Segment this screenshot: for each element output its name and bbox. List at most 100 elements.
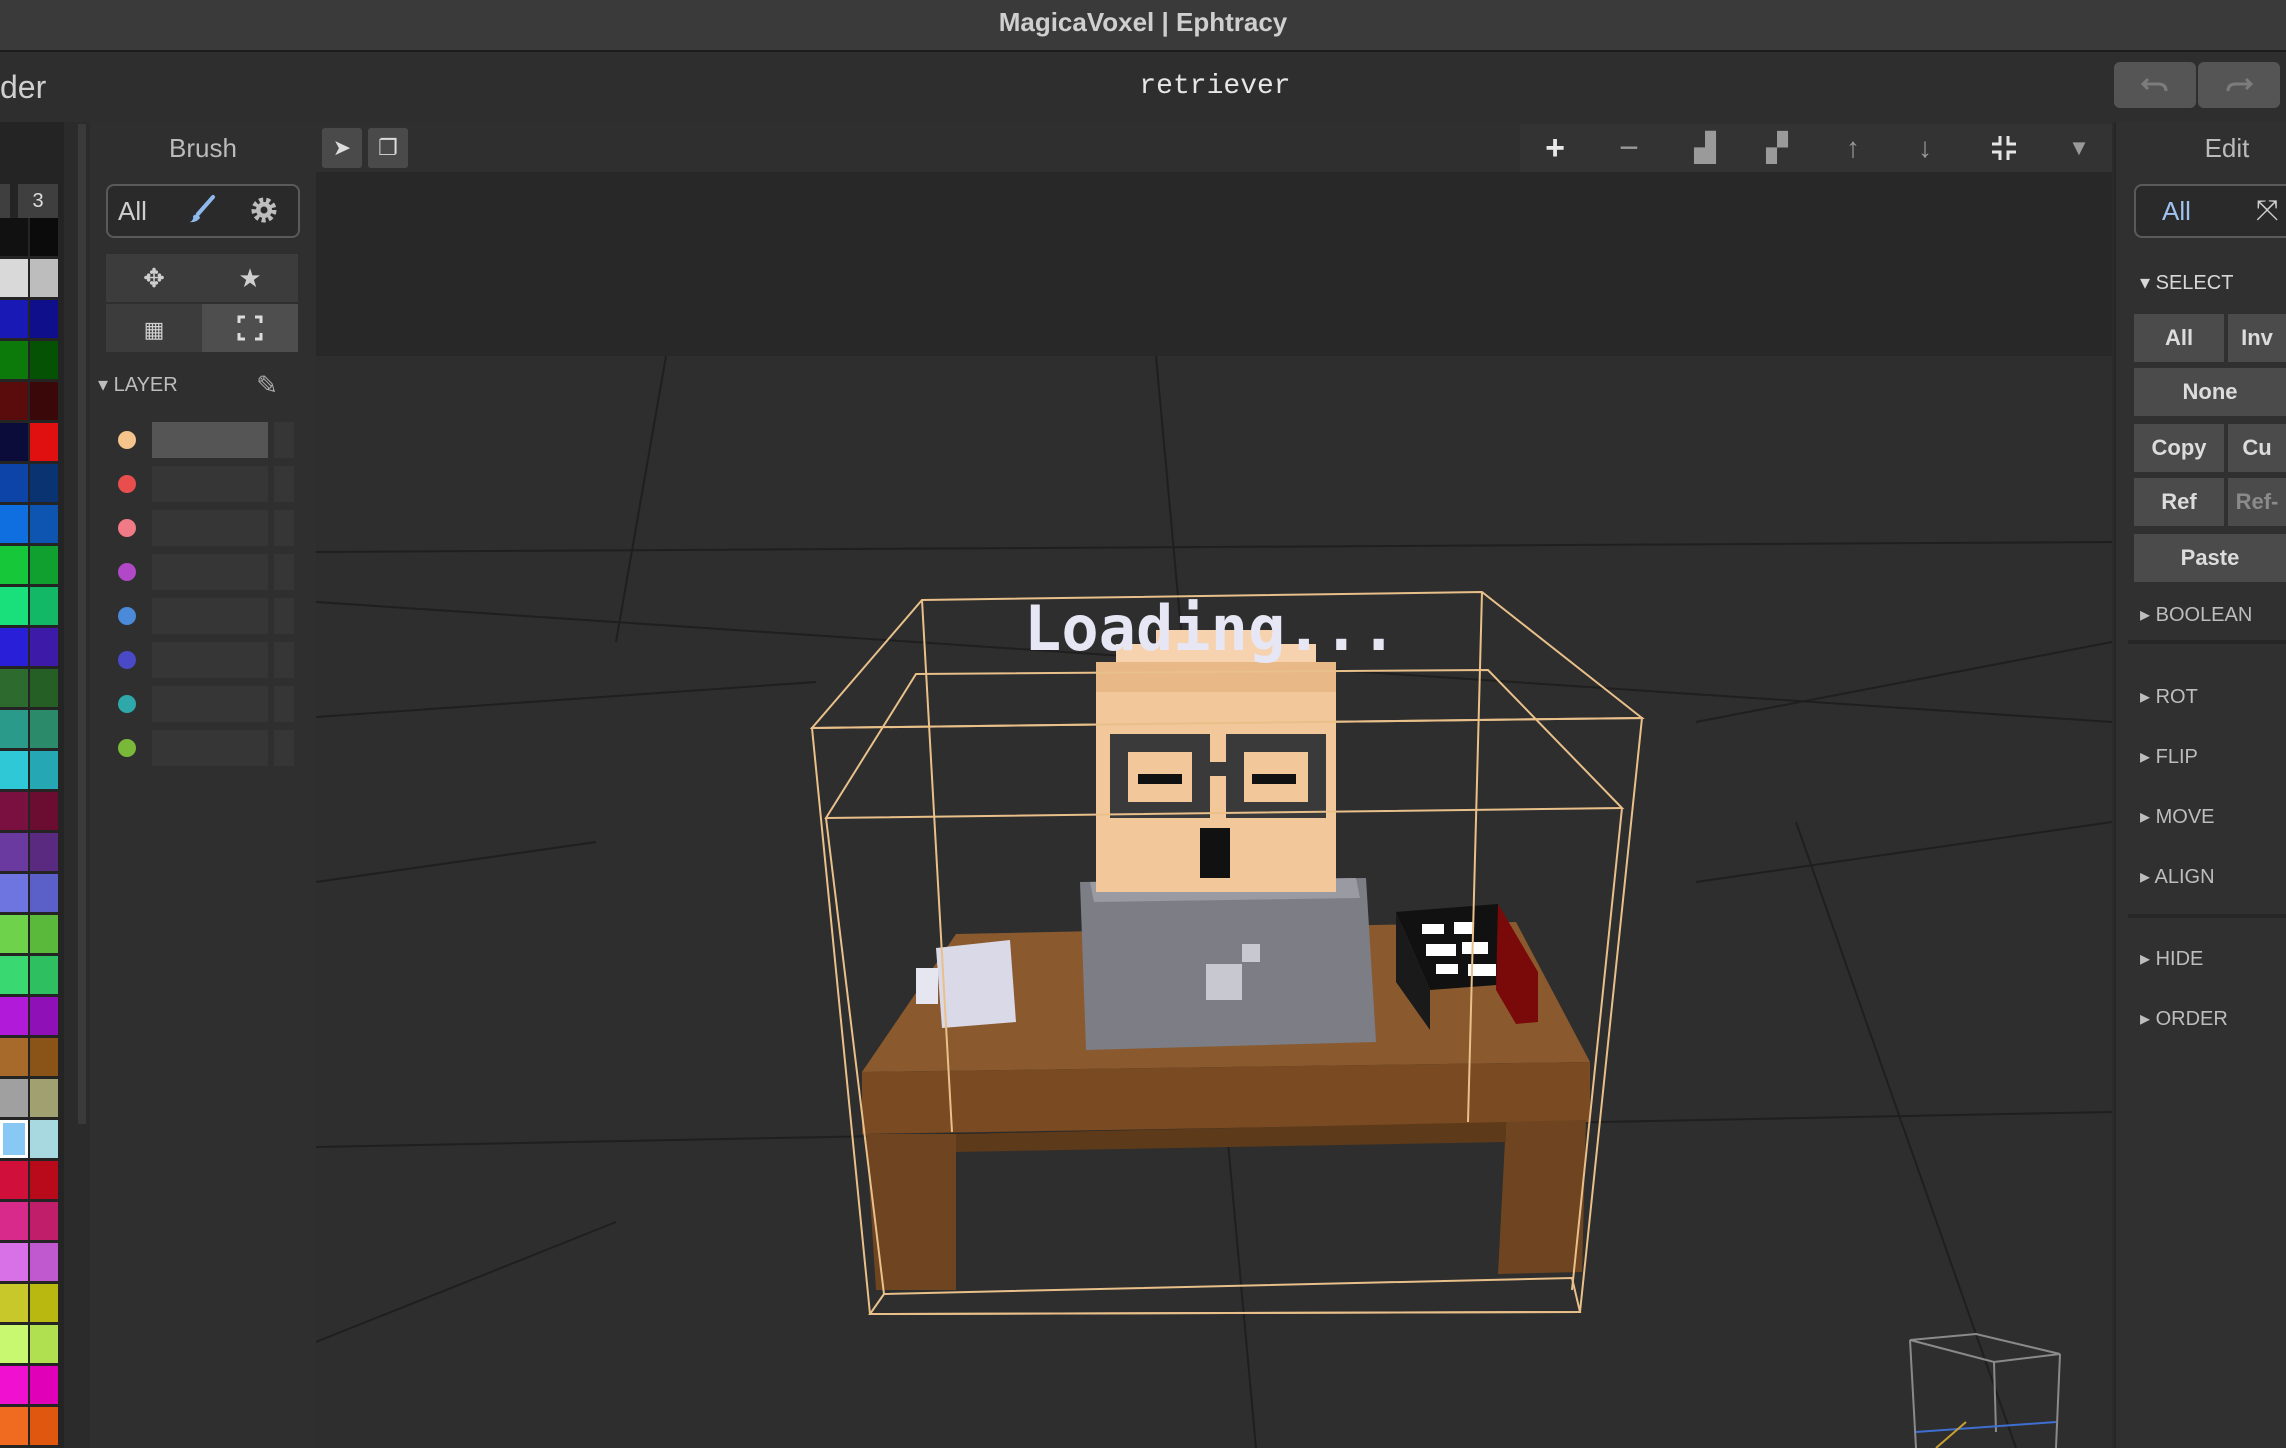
palette-swatch[interactable] <box>30 300 58 338</box>
layer-color-dot[interactable] <box>118 475 136 493</box>
palette-page-tab[interactable]: 3 <box>18 184 58 218</box>
boolean-section-header[interactable]: ▸ BOOLEAN <box>2140 600 2252 630</box>
palette-swatch[interactable] <box>30 874 58 912</box>
palette-swatch[interactable] <box>0 587 28 625</box>
expand-button[interactable]: ▞ <box>1758 128 1796 168</box>
order-section-header[interactable]: ▸ ORDER <box>2140 1004 2228 1034</box>
palette-swatch[interactable] <box>30 1407 58 1445</box>
layer-visibility-toggle[interactable] <box>274 598 294 634</box>
layer-row[interactable] <box>106 464 298 504</box>
palette-swatch[interactable] <box>30 628 58 666</box>
palette-swatch[interactable] <box>30 423 58 461</box>
layer-color-dot[interactable] <box>118 431 136 449</box>
palette-swatch[interactable] <box>0 259 28 297</box>
pencil-icon[interactable]: ✎ <box>250 368 284 402</box>
palette-swatch[interactable] <box>0 1120 28 1158</box>
palette-swatch[interactable] <box>0 300 28 338</box>
layer-color-dot[interactable] <box>118 607 136 625</box>
align-section-header[interactable]: ▸ ALIGN <box>2140 862 2215 892</box>
shrink-button[interactable]: ▟ <box>1686 128 1724 168</box>
copy-view-button[interactable]: ❐ <box>368 128 408 168</box>
layer-row[interactable] <box>106 640 298 680</box>
layer-visibility-toggle[interactable] <box>274 422 294 458</box>
fit-view-button[interactable] <box>1984 128 2024 168</box>
layer-row[interactable] <box>106 420 298 460</box>
palette-swatch[interactable] <box>0 341 28 379</box>
palette-swatch[interactable] <box>0 1243 28 1281</box>
brush-mode-all[interactable]: All <box>118 184 147 238</box>
palette-swatch[interactable] <box>30 382 58 420</box>
layer-name-field[interactable] <box>152 730 268 766</box>
3d-viewport[interactable]: Loading... <box>316 122 2112 1448</box>
palette-swatch[interactable] <box>30 1243 58 1281</box>
palette-swatch[interactable] <box>30 1202 58 1240</box>
palette-swatch[interactable] <box>0 997 28 1035</box>
palette-swatch[interactable] <box>30 1161 58 1199</box>
palette-swatch[interactable] <box>0 505 28 543</box>
palette-swatch[interactable] <box>0 1161 28 1199</box>
layer-row[interactable] <box>106 684 298 724</box>
move-down-button[interactable]: ↓ <box>1906 128 1944 168</box>
palette-swatch[interactable] <box>30 710 58 748</box>
palette-swatch[interactable] <box>30 505 58 543</box>
select-all-button[interactable]: All <box>2134 314 2224 362</box>
palette-swatch[interactable] <box>30 669 58 707</box>
ref-minus-button[interactable]: Ref- <box>2228 478 2286 526</box>
paint-brush-icon[interactable] <box>186 192 220 228</box>
rot-section-header[interactable]: ▸ ROT <box>2140 682 2198 712</box>
palette-swatch[interactable] <box>0 464 28 502</box>
palette-swatch[interactable] <box>30 1284 58 1322</box>
palette-swatch[interactable] <box>0 710 28 748</box>
layer-row[interactable] <box>106 552 298 592</box>
palette-swatch[interactable] <box>30 464 58 502</box>
zoom-in-button[interactable]: + <box>1536 128 1574 168</box>
hide-section-header[interactable]: ▸ HIDE <box>2140 944 2203 974</box>
undo-button[interactable] <box>2114 62 2196 108</box>
zoom-out-button[interactable]: − <box>1610 128 1648 168</box>
expand-arrows-icon[interactable]: ⤧ <box>2256 194 2286 228</box>
copy-button[interactable]: Copy <box>2134 424 2224 472</box>
palette-swatch[interactable] <box>30 587 58 625</box>
frame-brush-button[interactable] <box>202 304 298 352</box>
cut-button[interactable]: Cu <box>2228 424 2286 472</box>
move-brush-button[interactable]: ✥ <box>106 254 202 302</box>
paste-button[interactable]: Paste <box>2134 534 2286 582</box>
palette-swatch[interactable] <box>0 833 28 871</box>
palette-swatch[interactable] <box>0 956 28 994</box>
layer-section-header[interactable]: ▾ LAYER <box>98 368 178 402</box>
layer-visibility-toggle[interactable] <box>274 466 294 502</box>
layer-name-field[interactable] <box>152 554 268 590</box>
palette-swatch[interactable] <box>30 259 58 297</box>
palette-swatch[interactable] <box>0 1038 28 1076</box>
palette-swatch[interactable] <box>0 1325 28 1363</box>
ref-button[interactable]: Ref <box>2134 478 2224 526</box>
palette-swatch[interactable] <box>30 1079 58 1117</box>
palette-swatch[interactable] <box>30 1038 58 1076</box>
layer-name-field[interactable] <box>152 686 268 722</box>
star-brush-button[interactable]: ★ <box>202 254 298 302</box>
layer-name-field[interactable] <box>152 598 268 634</box>
palette-swatch[interactable] <box>0 218 28 256</box>
layer-color-dot[interactable] <box>118 519 136 537</box>
palette-swatch[interactable] <box>30 341 58 379</box>
layer-visibility-toggle[interactable] <box>274 686 294 722</box>
layer-color-dot[interactable] <box>118 563 136 581</box>
palette-swatch[interactable] <box>0 382 28 420</box>
layer-color-dot[interactable] <box>118 695 136 713</box>
palette-swatch[interactable] <box>30 546 58 584</box>
palette-swatch[interactable] <box>0 1366 28 1404</box>
palette-swatch[interactable] <box>0 915 28 953</box>
select-section-header[interactable]: ▾ SELECT <box>2140 268 2233 298</box>
layer-visibility-toggle[interactable] <box>274 642 294 678</box>
gear-icon[interactable] <box>246 192 282 228</box>
layer-visibility-toggle[interactable] <box>274 554 294 590</box>
layer-name-field[interactable] <box>152 422 268 458</box>
palette-swatch[interactable] <box>0 1079 28 1117</box>
palette-swatch[interactable] <box>30 1120 58 1158</box>
palette-swatch[interactable] <box>30 833 58 871</box>
layer-name-field[interactable] <box>152 510 268 546</box>
palette-swatch[interactable] <box>0 874 28 912</box>
select-none-button[interactable]: None <box>2134 368 2286 416</box>
layer-visibility-toggle[interactable] <box>274 730 294 766</box>
palette-swatch[interactable] <box>0 1284 28 1322</box>
